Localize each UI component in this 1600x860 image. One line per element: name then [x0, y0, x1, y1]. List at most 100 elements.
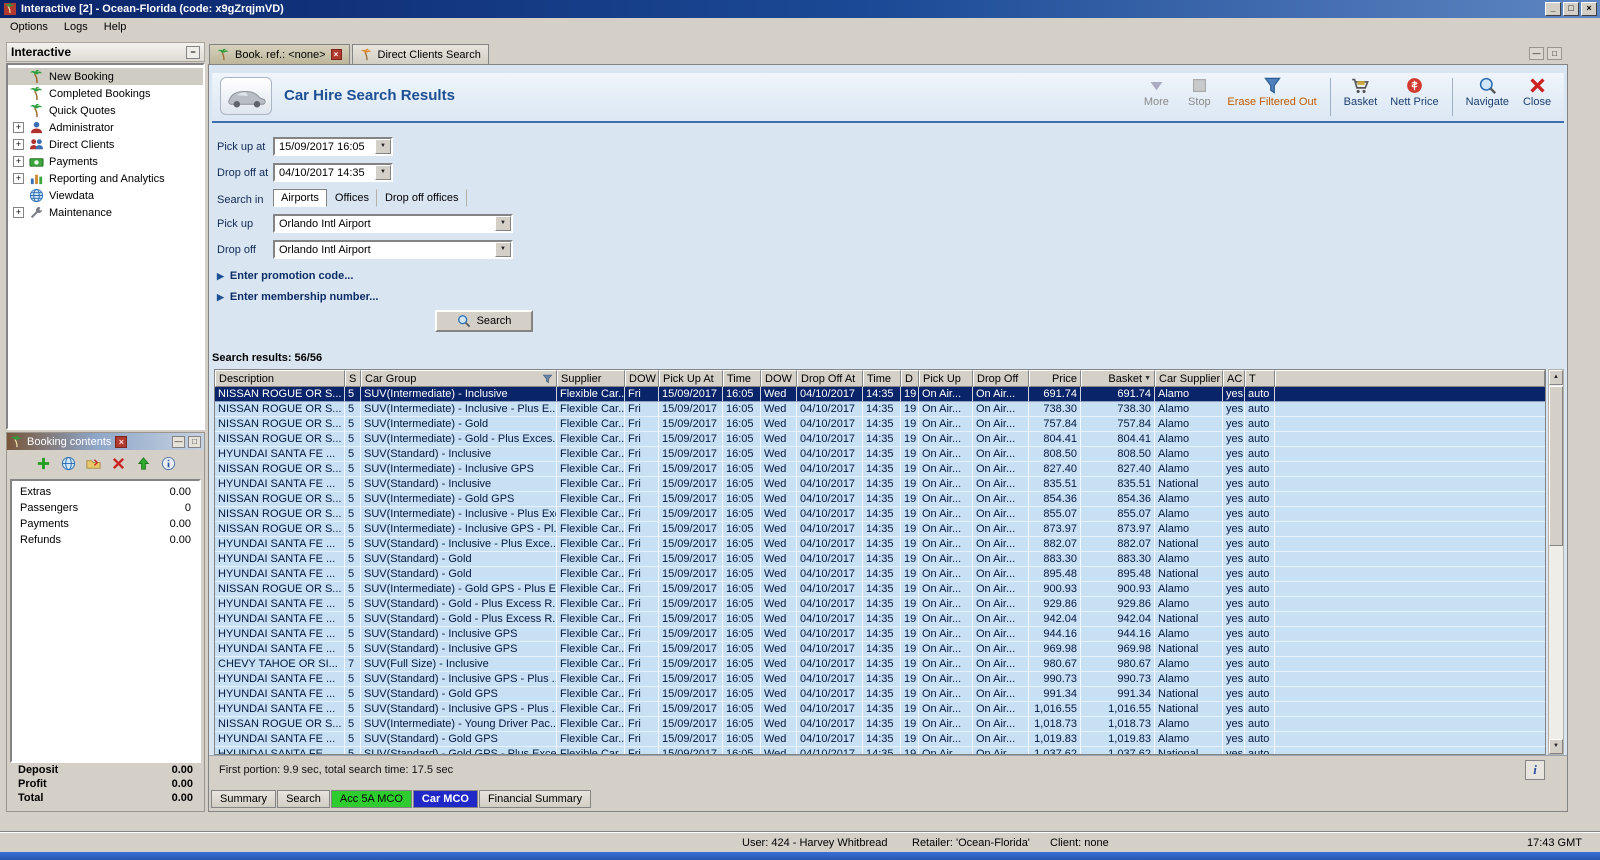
sidebar-item-completed-bookings[interactable]: Completed Bookings [8, 85, 203, 102]
result-row[interactable]: HYUNDAI SANTA FE ... 5 SUV(Standard) - Gol… [215, 612, 1545, 627]
result-row[interactable]: NISSAN ROGUE OR S... 5 SUV(Intermediate) -… [215, 492, 1545, 507]
collapse-icon[interactable]: − [186, 45, 200, 59]
result-row[interactable]: CHEVY TAHOE OR SI... 7 SUV(Full Size) - In… [215, 657, 1545, 672]
info-icon[interactable]: i [1525, 760, 1545, 780]
membership-number-expander[interactable]: ▶ Enter membership number... [217, 291, 378, 303]
booking-row-payments[interactable]: Payments 0.00 [12, 518, 199, 534]
column-header-supplier[interactable]: Supplier [557, 370, 625, 387]
pickup-at-field[interactable]: 15/09/2017 16:05 ▼ [273, 137, 393, 156]
dropoff-at-field[interactable]: 04/10/2017 14:35 ▼ [273, 163, 393, 182]
result-row[interactable]: HYUNDAI SANTA FE ... 5 SUV(Standard) - Inc… [215, 642, 1545, 657]
sidebar-item-reporting-and-analytics[interactable]: + Reporting and Analytics [8, 170, 203, 187]
sidebar-item-quick-quotes[interactable]: Quick Quotes [8, 102, 203, 119]
result-row[interactable]: HYUNDAI SANTA FE ... 5 SUV(Standard) - Gol… [215, 747, 1545, 754]
expander-icon[interactable]: + [13, 173, 24, 184]
pickup-combobox[interactable]: Orlando Intl Airport ▼ [273, 214, 513, 233]
result-row[interactable]: NISSAN ROGUE OR S... 5 SUV(Intermediate) -… [215, 582, 1545, 597]
restore-icon[interactable]: □ [188, 435, 201, 448]
result-row[interactable]: NISSAN ROGUE OR S... 5 SUV(Intermediate) -… [215, 507, 1545, 522]
close-icon[interactable]: × [1581, 2, 1597, 16]
bottom-tab-car-mco[interactable]: Car MCO [412, 790, 478, 808]
export-icon[interactable] [85, 456, 101, 471]
close-icon[interactable]: × [115, 435, 128, 448]
result-row[interactable]: NISSAN ROGUE OR S... 5 SUV(Intermediate) -… [215, 717, 1545, 732]
menu-logs[interactable]: Logs [56, 19, 96, 35]
expander-icon[interactable]: + [13, 122, 24, 133]
result-row[interactable]: HYUNDAI SANTA FE ... 5 SUV(Standard) - Inc… [215, 537, 1545, 552]
result-row[interactable]: NISSAN ROGUE OR S... 5 SUV(Intermediate) -… [215, 402, 1545, 417]
promotion-code-expander[interactable]: ▶ Enter promotion code... [217, 270, 353, 282]
navigate-button[interactable]: Navigate [1466, 76, 1509, 108]
result-row[interactable]: NISSAN ROGUE OR S... 5 SUV(Intermediate) -… [215, 417, 1545, 432]
column-header-drop-off[interactable]: Drop Off [973, 370, 1029, 387]
column-header-price[interactable]: Price [1029, 370, 1081, 387]
bottom-tab-financial-summary[interactable]: Financial Summary [478, 790, 592, 808]
tab-direct-clients-search[interactable]: Direct Clients Search [351, 44, 489, 64]
result-row[interactable]: HYUNDAI SANTA FE ... 5 SUV(Standard) - Inc… [215, 627, 1545, 642]
info-icon[interactable] [161, 456, 176, 471]
move-up-icon[interactable] [136, 456, 151, 471]
column-header-pick-up[interactable]: Pick Up [919, 370, 973, 387]
scroll-down-icon[interactable]: ▼ [1549, 739, 1563, 754]
searchin-tab-drop-off-offices[interactable]: Drop off offices [377, 189, 467, 207]
result-row[interactable]: NISSAN ROGUE OR S... 5 SUV(Intermediate) -… [215, 387, 1545, 402]
column-header-d[interactable]: D [901, 370, 919, 387]
column-header-time[interactable]: Time [723, 370, 761, 387]
result-row[interactable]: HYUNDAI SANTA FE ... 5 SUV(Standard) - Gol… [215, 552, 1545, 567]
searchin-tab-offices[interactable]: Offices [327, 189, 377, 207]
sidebar-item-direct-clients[interactable]: + Direct Clients [8, 136, 203, 153]
expander-icon[interactable]: + [13, 156, 24, 167]
stop-button[interactable]: Stop [1184, 76, 1214, 108]
bottom-tab-search[interactable]: Search [277, 790, 330, 808]
column-header-drop-off-at[interactable]: Drop Off At [797, 370, 863, 387]
grid-scrollbar[interactable]: ▲ ▼ [1548, 369, 1564, 755]
tab-book-ref-none[interactable]: Book. ref.: <none> × [209, 44, 350, 64]
column-header-description[interactable]: Description [215, 370, 345, 387]
column-header-time[interactable]: Time [863, 370, 901, 387]
scroll-up-icon[interactable]: ▲ [1549, 370, 1563, 385]
booking-row-extras[interactable]: Extras 0.00 [12, 486, 199, 502]
tab-close-icon[interactable]: × [330, 49, 342, 60]
scrollbar-thumb[interactable] [1549, 386, 1563, 546]
result-row[interactable]: NISSAN ROGUE OR S... 5 SUV(Intermediate) -… [215, 522, 1545, 537]
menu-help[interactable]: Help [96, 19, 135, 35]
maximize-icon[interactable]: □ [1563, 2, 1579, 16]
basket-button[interactable]: Basket [1344, 76, 1377, 108]
column-header-s[interactable]: S [345, 370, 361, 387]
search-button[interactable]: Search [435, 310, 533, 332]
result-row[interactable]: NISSAN ROGUE OR S... 5 SUV(Intermediate) -… [215, 432, 1545, 447]
nett-price-button[interactable]: Nett Price [1390, 76, 1439, 108]
minimize-icon[interactable]: _ [1545, 2, 1561, 16]
sidebar-item-payments[interactable]: + Payments [8, 153, 203, 170]
result-row[interactable]: HYUNDAI SANTA FE ... 5 SUV(Standard) - Gol… [215, 597, 1545, 612]
sidebar-item-administrator[interactable]: + Administrator [8, 119, 203, 136]
dropoff-combobox[interactable]: Orlando Intl Airport ▼ [273, 240, 513, 259]
column-header-t[interactable]: T [1245, 370, 1275, 387]
column-header-basket[interactable]: Basket ▼ [1081, 370, 1155, 387]
column-header-car-supplier[interactable]: Car Supplier [1155, 370, 1223, 387]
column-header-car-group[interactable]: Car Group [361, 370, 557, 387]
sidebar-item-new-booking[interactable]: New Booking [8, 68, 203, 85]
result-row[interactable]: HYUNDAI SANTA FE ... 5 SUV(Standard) - Inc… [215, 702, 1545, 717]
web-icon[interactable] [61, 456, 76, 471]
result-row[interactable]: HYUNDAI SANTA FE ... 5 SUV(Standard) - Gol… [215, 687, 1545, 702]
close-button[interactable]: Close [1522, 76, 1552, 108]
chevron-down-icon[interactable]: ▼ [375, 165, 391, 180]
column-header-dow[interactable]: DOW [761, 370, 797, 387]
result-row[interactable]: HYUNDAI SANTA FE ... 5 SUV(Standard) - Inc… [215, 447, 1545, 462]
result-row[interactable]: HYUNDAI SANTA FE ... 5 SUV(Standard) - Gol… [215, 567, 1545, 582]
add-icon[interactable] [36, 456, 51, 471]
expander-icon[interactable]: + [13, 139, 24, 150]
sidebar-item-viewdata[interactable]: Viewdata [8, 187, 203, 204]
column-header-dow[interactable]: DOW [625, 370, 659, 387]
mdi-minimize-icon[interactable]: — [1529, 46, 1544, 60]
result-row[interactable]: HYUNDAI SANTA FE ... 5 SUV(Standard) - Inc… [215, 672, 1545, 687]
result-row[interactable]: HYUNDAI SANTA FE ... 5 SUV(Standard) - Inc… [215, 477, 1545, 492]
sidebar-item-maintenance[interactable]: + Maintenance [8, 204, 203, 221]
menu-options[interactable]: Options [2, 19, 56, 35]
booking-row-passengers[interactable]: Passengers 0 [12, 502, 199, 518]
chevron-down-icon[interactable]: ▼ [495, 242, 511, 257]
bottom-tab-acc-5a-mco[interactable]: Acc 5A MCO [330, 790, 412, 808]
erase-filtered-out-button[interactable]: Erase Filtered Out [1227, 76, 1317, 108]
chevron-down-icon[interactable]: ▼ [375, 139, 391, 154]
